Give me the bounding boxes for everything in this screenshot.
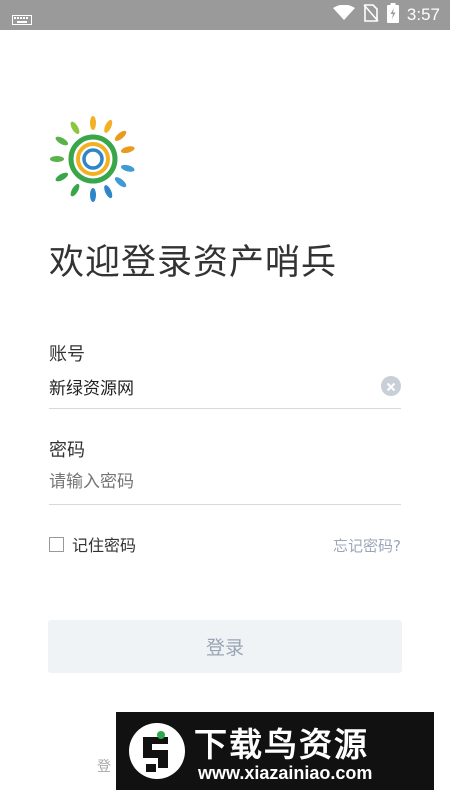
clear-account-button[interactable] [381, 376, 401, 396]
keyboard-icon [12, 10, 32, 29]
login-button[interactable]: 登录 [48, 620, 402, 673]
remember-password-toggle[interactable]: 记住密码 [49, 532, 136, 556]
no-sim-icon [363, 4, 379, 26]
password-input[interactable] [49, 464, 401, 500]
account-input[interactable] [49, 368, 401, 404]
watermark-banner: 下载鸟资源 www.xiazainiao.com [116, 712, 434, 790]
password-label: 密码 [49, 440, 85, 461]
footer-hint[interactable]: 登 [97, 756, 111, 776]
clock: 3:57 [406, 5, 440, 24]
forgot-password-link[interactable]: 忘记密码? [333, 535, 401, 556]
page-title: 欢迎登录资产哨兵 [49, 243, 338, 283]
wifi-icon [332, 4, 355, 25]
status-bar: 3:57 [0, 0, 450, 30]
watermark-url: www.xiazainiao.com [198, 763, 373, 783]
bird-logo-icon [128, 722, 186, 780]
watermark-brand: 下载鸟资源 [194, 725, 369, 764]
app-logo [50, 116, 136, 202]
remember-checkbox[interactable] [49, 536, 64, 552]
battery-icon [386, 3, 399, 27]
account-underline [49, 408, 401, 409]
account-label: 账号 [49, 344, 85, 365]
remember-password-label: 记住密码 [72, 536, 137, 555]
close-icon [386, 377, 396, 396]
password-underline [49, 504, 401, 505]
